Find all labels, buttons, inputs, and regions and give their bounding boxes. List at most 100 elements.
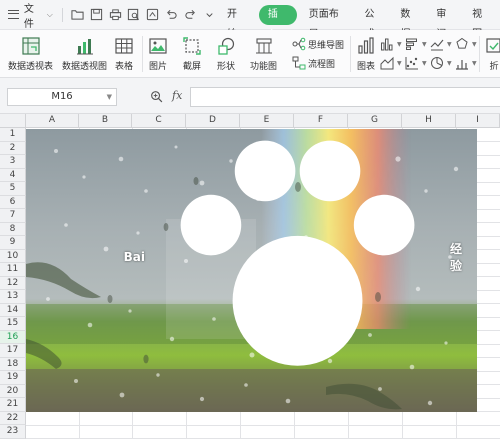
- baidu-jingyan-watermark: Bai 经验: [124, 129, 471, 409]
- export-pdf-icon[interactable]: [143, 5, 162, 25]
- pie-chart-icon: [431, 57, 443, 69]
- scatter-chart-dropdown[interactable]: ▼: [405, 56, 427, 70]
- function-chart-button[interactable]: 功能图: [250, 32, 277, 72]
- more-charts-icon: [456, 60, 468, 70]
- mind-map-icon: [292, 37, 306, 51]
- file-menu-button[interactable]: 文件 ⌵: [0, 0, 57, 30]
- column-header-a[interactable]: A: [26, 114, 79, 128]
- pivot-chart-icon: [76, 39, 93, 55]
- undo-icon[interactable]: [162, 5, 181, 25]
- row-header-15[interactable]: 15: [0, 317, 26, 331]
- tab-page-layout[interactable]: 页面布局: [301, 5, 357, 40]
- tab-review[interactable]: 审阅: [428, 5, 464, 40]
- row-header-1[interactable]: 1: [0, 128, 26, 142]
- row-header-9[interactable]: 9: [0, 236, 26, 250]
- fold-ribbon-button[interactable]: 折: [484, 32, 500, 72]
- screenshot-button[interactable]: 截屏: [182, 32, 202, 72]
- row-header-10[interactable]: 10: [0, 249, 26, 263]
- watermark-text-jingyan: 经验: [450, 242, 463, 274]
- scatter-chart-icon: [405, 57, 418, 70]
- print-preview-icon[interactable]: [124, 5, 143, 25]
- tab-view[interactable]: 视图: [464, 5, 500, 40]
- more-chevron-icon[interactable]: [200, 5, 219, 25]
- function-chart-icon: [255, 38, 272, 54]
- pie-chart-dropdown[interactable]: ▼: [430, 56, 452, 70]
- bar-chart-dropdown[interactable]: ▼: [405, 37, 427, 51]
- function-chart-label: 功能图: [250, 62, 278, 72]
- row-header-17[interactable]: 17: [0, 344, 26, 358]
- row-header-11[interactable]: 11: [0, 263, 26, 277]
- pivot-table-button[interactable]: 数据透视表: [8, 32, 53, 72]
- row-header-21[interactable]: 21: [0, 398, 26, 412]
- pivot-chart-button[interactable]: 数据透视图: [62, 32, 107, 72]
- screenshot-icon: [183, 37, 201, 55]
- table-label: 表格: [114, 62, 133, 72]
- row-header-14[interactable]: 14: [0, 303, 26, 317]
- insert-function-button[interactable]: fx: [172, 89, 182, 102]
- column-header-i[interactable]: I: [456, 114, 500, 128]
- row-header-5[interactable]: 5: [0, 182, 26, 196]
- picture-button[interactable]: 图片: [148, 32, 168, 72]
- column-header-f[interactable]: F: [294, 114, 348, 128]
- column-header-c[interactable]: C: [132, 114, 186, 128]
- area-chart-dropdown[interactable]: ▼: [380, 56, 402, 70]
- row-header-4[interactable]: 4: [0, 168, 26, 182]
- column-header-h[interactable]: H: [402, 114, 456, 128]
- pivot-table-label: 数据透视表: [8, 62, 54, 72]
- tab-home[interactable]: 开始: [219, 5, 255, 40]
- picture-icon: [149, 38, 167, 54]
- formula-input[interactable]: [190, 87, 500, 107]
- column-header-g[interactable]: G: [348, 114, 402, 128]
- row-header-6[interactable]: 6: [0, 195, 26, 209]
- row-header-3[interactable]: 3: [0, 155, 26, 169]
- row-header-13[interactable]: 13: [0, 290, 26, 304]
- chart-button[interactable]: 图表: [356, 32, 376, 72]
- row-header-2[interactable]: 2: [0, 141, 26, 155]
- row-header-12[interactable]: 12: [0, 276, 26, 290]
- shapes-button[interactable]: 形状: [216, 32, 236, 72]
- column-chart-dropdown[interactable]: ▼: [380, 37, 402, 51]
- chart-icon: [358, 37, 374, 54]
- row-header-7[interactable]: 7: [0, 209, 26, 223]
- paw-logo-icon: [180, 140, 415, 366]
- name-box-value: M16: [51, 91, 73, 102]
- row-header-18[interactable]: 18: [0, 357, 26, 371]
- tab-formulas[interactable]: 公式: [356, 5, 392, 40]
- save-icon[interactable]: [87, 5, 106, 25]
- chart-label: 图表: [356, 62, 375, 72]
- tab-data[interactable]: 数据: [392, 5, 428, 40]
- inserted-picture[interactable]: Bai 经验: [26, 129, 477, 412]
- file-menu-label: 文件: [23, 3, 34, 30]
- row-header-23[interactable]: 23: [0, 425, 26, 439]
- row-header-20[interactable]: 20: [0, 384, 26, 398]
- radar-chart-dropdown[interactable]: ▼: [455, 37, 477, 51]
- chevron-down-icon[interactable]: ▼: [107, 89, 112, 105]
- checkbox-icon: [486, 38, 500, 53]
- row-header-22[interactable]: 22: [0, 411, 26, 425]
- name-box[interactable]: M16 ▼: [7, 88, 117, 106]
- pivot-table-icon: [21, 37, 40, 55]
- mind-map-label: 思维导图: [308, 40, 345, 51]
- line-chart-icon: [430, 39, 444, 51]
- column-header-b[interactable]: B: [79, 114, 132, 128]
- row-header-8[interactable]: 8: [0, 222, 26, 236]
- line-chart-dropdown[interactable]: ▼: [430, 37, 452, 51]
- hamburger-icon: [8, 10, 19, 19]
- tab-insert[interactable]: 插入: [258, 4, 297, 40]
- menu-bar: 文件 ⌵ 开始 插入 页面布局 公式 数据 审阅 视图: [0, 0, 500, 40]
- redo-icon[interactable]: [181, 5, 200, 25]
- chevron-down-icon: ⌵: [46, 9, 53, 19]
- row-header-19[interactable]: 19: [0, 371, 26, 385]
- more-charts-dropdown[interactable]: ▼: [455, 56, 477, 70]
- flowchart-button[interactable]: 流程图: [292, 56, 335, 70]
- column-header-d[interactable]: D: [186, 114, 240, 128]
- open-folder-icon[interactable]: [68, 5, 87, 25]
- formula-bar: M16 ▼ fx: [0, 78, 500, 114]
- column-header-e[interactable]: E: [240, 114, 294, 128]
- select-all-corner[interactable]: [0, 114, 26, 128]
- mind-map-button[interactable]: 思维导图: [292, 37, 344, 51]
- row-header-16[interactable]: 16: [0, 330, 26, 344]
- print-icon[interactable]: [106, 5, 125, 25]
- zoom-icon[interactable]: [150, 90, 163, 103]
- table-button[interactable]: 表格: [114, 32, 134, 72]
